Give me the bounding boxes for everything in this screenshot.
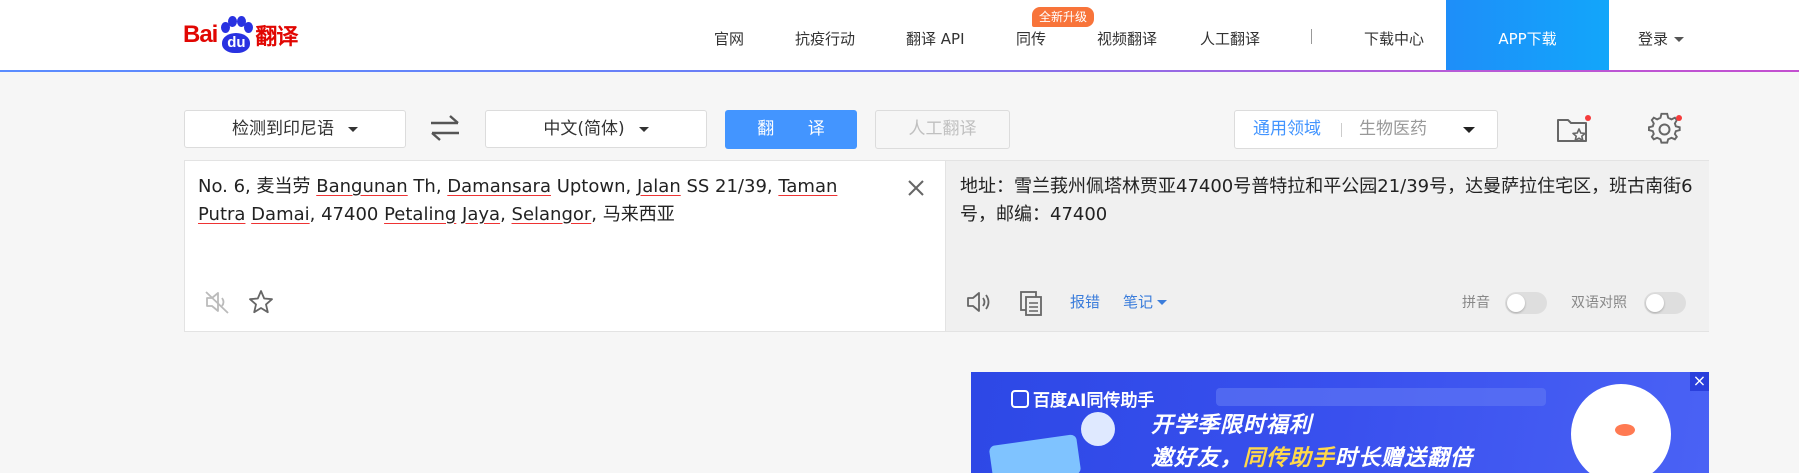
swap-languages-icon[interactable] — [428, 113, 462, 143]
bilingual-label: 双语对照 — [1571, 295, 1627, 311]
baidu-translate-logo[interactable]: Bai du 翻译 — [183, 14, 313, 56]
nav-download-center[interactable]: 下载中心 — [1364, 0, 1424, 70]
banner-subline-highlight: 同传助手 — [1243, 446, 1336, 471]
source-text-segment: , 47400 — [309, 204, 385, 225]
chevron-down-icon — [1674, 37, 1685, 42]
source-language-select[interactable]: 检测到印尼语 — [184, 110, 406, 148]
source-text-segment: Uptown, — [550, 176, 637, 197]
human-translate-button[interactable]: 人工翻译 — [875, 110, 1010, 149]
domain-value-label: 生物医药 — [1359, 119, 1427, 139]
source-panel: No. 6, 麦当劳 Bangunan Th, Damansara Uptown… — [184, 160, 946, 332]
toggle-knob — [1646, 294, 1664, 312]
logo-text-du: du — [222, 33, 251, 53]
mascot-illustration — [1571, 384, 1671, 473]
misspelled-word: Taman — [778, 176, 838, 197]
misspelled-word: Petaling — [384, 204, 457, 225]
banner-brand-label: 百度AI同传助手 — [1033, 391, 1155, 411]
notification-dot — [1585, 115, 1591, 121]
source-text-segment: SS 21/39, — [680, 176, 779, 197]
star-icon[interactable] — [247, 289, 275, 315]
nav-video-translate[interactable]: 视频翻译 — [1097, 0, 1157, 70]
report-error-link[interactable]: 报错 — [1070, 291, 1100, 313]
target-language-label: 中文(简体) — [543, 119, 625, 139]
banner-subline: 邀好友，同传助手时长赠送翻倍 — [1151, 440, 1473, 472]
speaker-icon[interactable] — [964, 288, 992, 316]
nav-divider — [1311, 29, 1312, 44]
source-text-segment: , — [500, 204, 512, 225]
header-gradient-line — [0, 70, 1799, 72]
nav-human-translate[interactable]: 人工翻译 — [1200, 0, 1260, 70]
misspelled-word: Jaya — [462, 204, 501, 225]
misspelled-word: Bangunan — [316, 176, 408, 197]
banner-subline-prefix: 邀好友， — [1151, 446, 1244, 471]
baidu-paw-icon: du — [218, 16, 254, 54]
nav-official-site[interactable]: 官网 — [714, 0, 744, 70]
misspelled-word: Damansara — [447, 176, 551, 197]
promo-banner[interactable]: 百度AI同传助手 开学季限时福利 邀好友，同传助手时长赠送翻倍 — [971, 372, 1709, 473]
pinyin-label: 拼音 — [1462, 295, 1490, 311]
close-icon[interactable]: × — [1690, 372, 1709, 391]
domain-general-label[interactable]: 通用领域 — [1253, 111, 1321, 148]
chevron-down-icon — [638, 126, 649, 132]
banner-brand: 百度AI同传助手 — [1011, 386, 1154, 411]
misspelled-word: Putra — [198, 204, 246, 225]
chevron-down-icon — [1157, 300, 1168, 305]
source-text-segment: No. 6, 麦当劳 — [198, 176, 317, 197]
domain-select[interactable]: 通用领域 生物医药 — [1234, 110, 1498, 149]
pinyin-toggle[interactable] — [1505, 292, 1547, 314]
misspelled-word: Damai — [251, 204, 310, 225]
close-icon[interactable] — [905, 177, 927, 199]
login-menu[interactable]: 登录 — [1638, 0, 1685, 70]
banner-window-bar — [1216, 388, 1546, 406]
app-download-label: APP下载 — [1498, 30, 1557, 48]
banner-headline: 开学季限时福利 — [1151, 413, 1313, 438]
source-text-segment: Th, — [407, 176, 448, 197]
notification-dot — [1676, 115, 1682, 121]
target-panel: 地址：雪兰莪州佩塔林贾亚47400号普特拉和平公园21/39号，达曼萨拉住宅区，… — [946, 160, 1709, 332]
banner-card-illustration — [988, 434, 1082, 473]
misspelled-word: Jalan — [636, 176, 681, 197]
source-language-label: 检测到印尼语 — [232, 119, 334, 139]
bilingual-toggle[interactable] — [1644, 292, 1686, 314]
misspelled-word: Selangor — [511, 204, 592, 225]
logo-text-bai: Bai — [183, 21, 218, 48]
chevron-down-icon — [348, 126, 358, 132]
login-label: 登录 — [1638, 30, 1669, 48]
banner-subline-suffix: 时长赠送翻倍 — [1335, 446, 1474, 471]
translate-button[interactable]: 翻 译 — [725, 110, 857, 149]
source-text-segment: , 马来西亚 — [591, 204, 675, 225]
app-download-button[interactable]: APP下载 — [1446, 0, 1609, 70]
notes-label: 笔记 — [1123, 293, 1154, 311]
nav-anti-epidemic[interactable]: 抗疫行动 — [795, 0, 855, 70]
source-text-input[interactable]: No. 6, 麦当劳 Bangunan Th, Damansara Uptown… — [198, 173, 868, 229]
ai-assistant-icon — [1011, 390, 1029, 408]
logo-text-fanyi: 翻译 — [255, 25, 298, 50]
toggle-knob — [1507, 294, 1525, 312]
notes-menu[interactable]: 笔记 — [1123, 291, 1168, 313]
translation-output: 地址：雪兰莪州佩塔林贾亚47400号普特拉和平公园21/39号，达曼萨拉住宅区，… — [960, 176, 1693, 225]
top-header: Bai du 翻译 官网 抗疫行动 翻译 API 全新升级 同传 视频翻译 人工… — [0, 0, 1799, 70]
nav-simultaneous[interactable]: 同传 — [1016, 0, 1046, 70]
nav-translate-api[interactable]: 翻译 API — [906, 0, 965, 70]
copy-icon[interactable] — [1018, 289, 1044, 317]
target-language-select[interactable]: 中文(简体) — [485, 110, 707, 148]
domain-divider — [1341, 123, 1342, 137]
chevron-down-icon — [1463, 127, 1475, 133]
play-icon — [1081, 412, 1115, 446]
speaker-muted-icon[interactable] — [203, 289, 231, 315]
